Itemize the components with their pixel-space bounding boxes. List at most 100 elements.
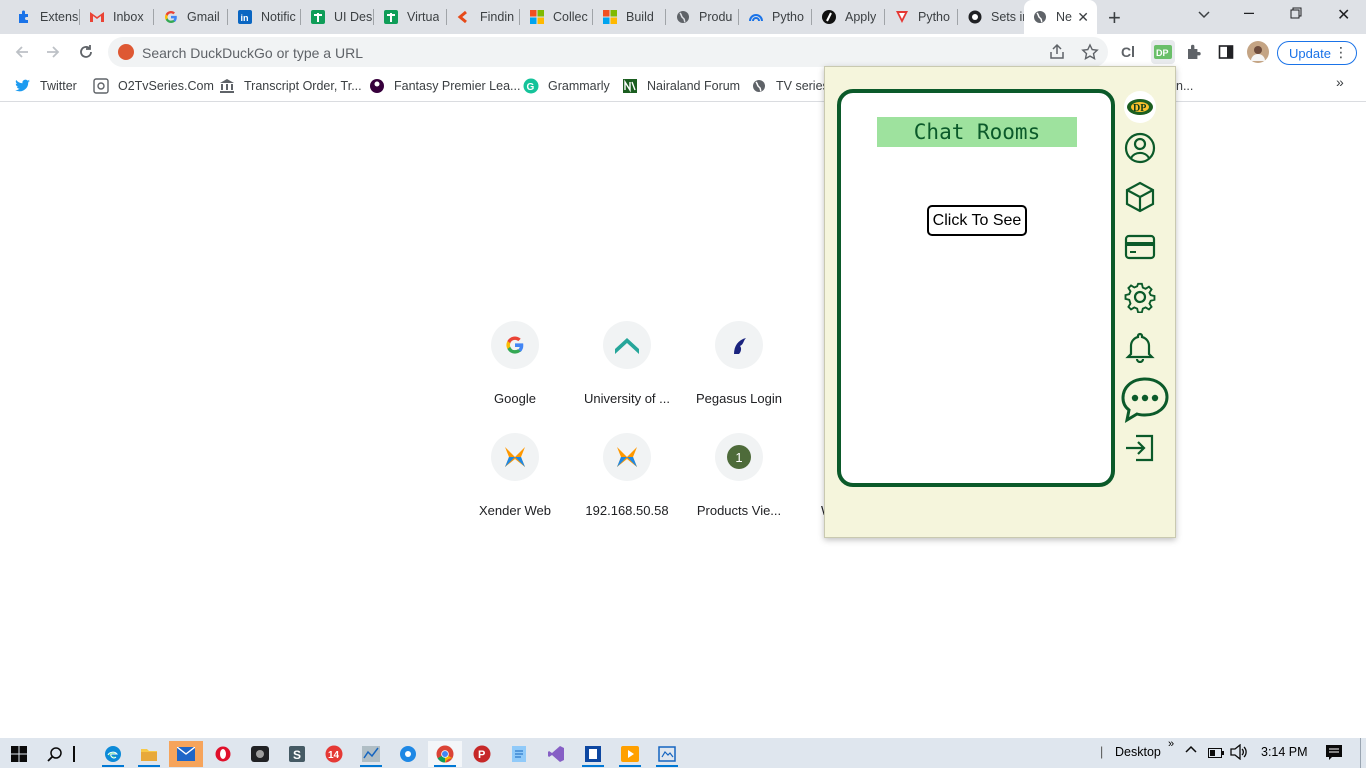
more-menu-icon[interactable]: ⋮ bbox=[1334, 44, 1348, 61]
tab-new-tab-active[interactable]: Ne ✕ bbox=[1024, 0, 1097, 34]
logout-icon[interactable] bbox=[1120, 428, 1160, 468]
tab-notifications[interactable]: in Notific bbox=[229, 3, 301, 31]
notepad-icon[interactable] bbox=[502, 741, 536, 767]
finding-icon bbox=[456, 9, 472, 25]
address-bar[interactable]: Search DuckDuckGo or type a URL bbox=[108, 37, 1108, 67]
tab-finding[interactable]: Findin bbox=[448, 3, 520, 31]
bookmark-partial[interactable]: n... bbox=[1176, 76, 1193, 96]
volume-icon[interactable] bbox=[1230, 743, 1248, 763]
bookmark-transcript-order[interactable]: Transcript Order, Tr... bbox=[219, 76, 362, 96]
chat-rooms-panel: Chat Rooms Click To See bbox=[837, 89, 1115, 487]
profile-icon[interactable] bbox=[1120, 128, 1160, 168]
chat-icon[interactable] bbox=[1118, 373, 1172, 427]
click-to-see-button[interactable]: Click To See bbox=[927, 205, 1027, 236]
task-view-icon[interactable] bbox=[64, 741, 84, 767]
tab-extensions[interactable]: Extens bbox=[8, 3, 80, 31]
bell-icon[interactable] bbox=[1120, 327, 1160, 367]
back-button[interactable] bbox=[11, 41, 33, 63]
show-desktop-button[interactable] bbox=[1360, 738, 1366, 768]
card-icon[interactable] bbox=[1120, 227, 1160, 267]
tab-inbox[interactable]: Inbox bbox=[81, 3, 154, 31]
opera-icon[interactable] bbox=[206, 741, 240, 767]
update-button[interactable]: Update ⋮ bbox=[1277, 41, 1357, 65]
battery-icon[interactable] bbox=[1208, 747, 1224, 761]
settings-gear-icon[interactable] bbox=[391, 741, 425, 767]
app-p-icon[interactable]: P bbox=[465, 741, 499, 767]
terminal-app-icon[interactable] bbox=[576, 741, 610, 767]
reload-button[interactable] bbox=[75, 41, 97, 63]
clock-time[interactable]: 3:14 PM bbox=[1261, 745, 1308, 759]
svg-text:14: 14 bbox=[328, 750, 340, 761]
python-icon bbox=[748, 9, 764, 25]
desktop-chevron-icon[interactable]: » bbox=[1168, 738, 1174, 750]
bookmark-o2tvseries[interactable]: O2TvSeries.Com bbox=[93, 76, 214, 96]
close-window-button[interactable]: ✕ bbox=[1337, 5, 1350, 25]
network-tool-icon[interactable] bbox=[354, 741, 388, 767]
minimize-button[interactable]: – bbox=[1244, 2, 1254, 23]
premier-league-icon bbox=[369, 78, 385, 94]
camera-app-icon[interactable] bbox=[243, 741, 277, 767]
extension-ci-icon[interactable]: C bbox=[1120, 42, 1140, 62]
shortcut-university[interactable]: University of ... bbox=[571, 321, 683, 406]
notifications-icon[interactable] bbox=[1325, 744, 1343, 763]
package-icon[interactable] bbox=[1120, 177, 1160, 217]
shortcut-google[interactable]: Google bbox=[459, 321, 571, 406]
shortcut-local-ip[interactable]: 192.168.50.58 bbox=[571, 433, 683, 518]
tab-products[interactable]: Produ bbox=[667, 3, 739, 31]
media-player-icon[interactable] bbox=[613, 741, 647, 767]
new-tab-button[interactable]: + bbox=[1108, 5, 1121, 31]
google-icon bbox=[163, 9, 179, 25]
bookmark-star-icon[interactable] bbox=[1081, 43, 1099, 66]
tab-search-chevron-icon[interactable] bbox=[1198, 6, 1210, 22]
desktop-toolbar-label[interactable]: Desktop bbox=[1115, 745, 1161, 759]
tab-sets[interactable]: Sets ir bbox=[959, 3, 1025, 31]
tab-python-2[interactable]: Pytho bbox=[886, 3, 958, 31]
logo-icon[interactable]: DP bbox=[1120, 87, 1160, 127]
windows-start-icon[interactable] bbox=[2, 741, 36, 767]
file-explorer-icon[interactable] bbox=[132, 741, 166, 767]
app-s-icon[interactable]: S bbox=[280, 741, 314, 767]
xender-icon bbox=[603, 433, 651, 481]
shortcut-xender-web[interactable]: Xender Web bbox=[459, 433, 571, 518]
globe-icon bbox=[675, 9, 691, 25]
taskbar-divider: | bbox=[1100, 745, 1104, 759]
bookmark-nairaland[interactable]: Nairaland Forum bbox=[622, 76, 740, 96]
tab-apply[interactable]: Apply bbox=[813, 3, 885, 31]
close-tab-icon[interactable]: ✕ bbox=[1077, 9, 1089, 26]
side-panel-icon[interactable] bbox=[1216, 42, 1236, 62]
profile-avatar[interactable] bbox=[1247, 41, 1269, 63]
bookmark-fantasy-premier-league[interactable]: Fantasy Premier Lea... bbox=[369, 76, 520, 96]
grammarly-icon: G bbox=[523, 78, 539, 94]
visual-studio-icon[interactable] bbox=[539, 741, 573, 767]
tab-virtual[interactable]: Virtua bbox=[375, 3, 447, 31]
app-14-icon[interactable]: 14 bbox=[317, 741, 351, 767]
share-icon[interactable] bbox=[1048, 43, 1066, 66]
edge-icon[interactable] bbox=[96, 741, 130, 767]
chat-extension-popup: Chat Rooms Click To See DP bbox=[824, 66, 1176, 538]
svg-text:P: P bbox=[478, 749, 485, 761]
tray-up-arrow-icon[interactable] bbox=[1184, 742, 1198, 759]
bookmark-tv-series[interactable]: TV series, bbox=[751, 76, 832, 96]
chat-extension-active-icon[interactable]: DP bbox=[1151, 40, 1175, 64]
snipping-tool-icon[interactable] bbox=[650, 741, 684, 767]
letter-1-icon: 1 bbox=[715, 433, 763, 481]
bookmark-twitter[interactable]: Twitter bbox=[15, 76, 77, 96]
forward-button[interactable] bbox=[42, 41, 64, 63]
settings-icon[interactable] bbox=[1120, 277, 1160, 317]
tab-python[interactable]: Pytho bbox=[740, 3, 812, 31]
shortcut-pegasus-login[interactable]: Pegasus Login bbox=[683, 321, 795, 406]
restore-button[interactable] bbox=[1290, 6, 1302, 22]
svg-text:S: S bbox=[293, 748, 301, 762]
bookmark-grammarly[interactable]: G Grammarly bbox=[523, 76, 610, 96]
tab-build[interactable]: Build bbox=[594, 3, 666, 31]
extensions-puzzle-icon[interactable] bbox=[1184, 42, 1204, 62]
sheets-icon bbox=[310, 9, 326, 25]
tab-gmail[interactable]: Gmail bbox=[155, 3, 228, 31]
shortcut-products-view[interactable]: 1 Products Vie... bbox=[683, 433, 795, 518]
bookmarks-overflow-chevron-icon[interactable]: » bbox=[1336, 74, 1344, 90]
tab-collections[interactable]: Collec bbox=[521, 3, 593, 31]
mail-icon[interactable] bbox=[169, 741, 203, 767]
shortcut-partial[interactable]: W bbox=[795, 433, 825, 518]
tab-ui-design[interactable]: UI Des bbox=[302, 3, 374, 31]
chrome-icon[interactable] bbox=[428, 741, 462, 767]
